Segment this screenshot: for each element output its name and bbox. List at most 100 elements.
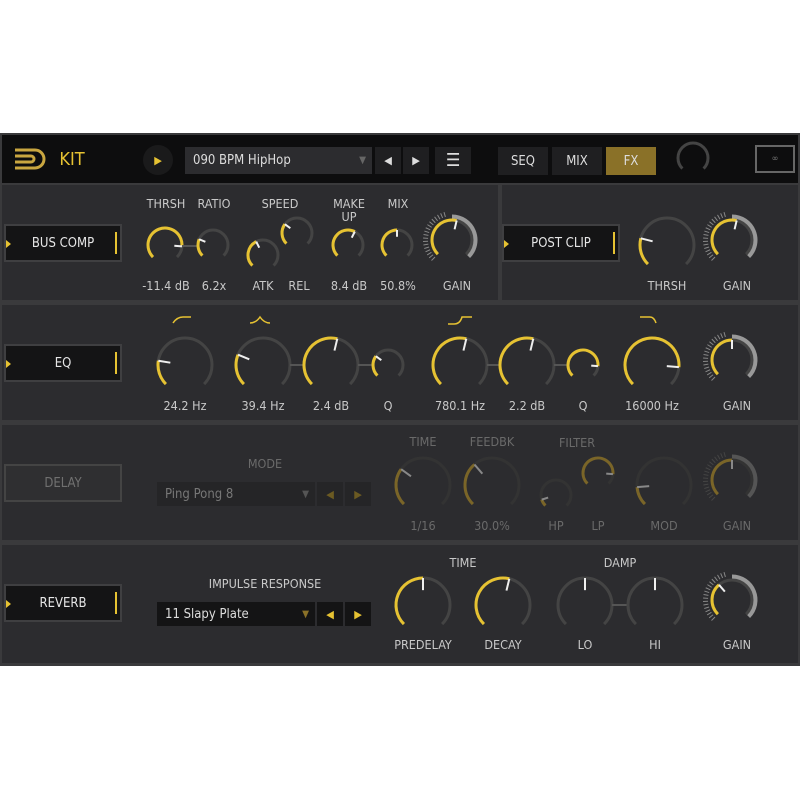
tab-fx[interactable]: FX <box>606 147 656 175</box>
makeup-knob[interactable] <box>330 227 366 267</box>
knob-indicator <box>237 353 250 361</box>
gain-meter-tick <box>708 494 714 499</box>
gain-meter-tick <box>705 609 711 613</box>
knob-value-arc <box>540 499 547 507</box>
knob-value-arc <box>623 336 681 386</box>
knob-indicator <box>174 244 183 248</box>
chevron-down-icon: ▼ <box>302 608 309 620</box>
reverb-button[interactable]: REVERB <box>4 584 122 622</box>
delay-hp-knob[interactable] <box>538 477 574 517</box>
next-preset-button[interactable]: ▶ <box>403 147 429 174</box>
knob-indicator <box>591 364 599 368</box>
gain-meter-tick <box>424 246 430 249</box>
eq-low-freq-knob[interactable] <box>155 335 215 399</box>
knob-value-arc <box>710 458 733 496</box>
gain-meter-tick <box>717 574 721 580</box>
eq-lowmid-q-knob[interactable] <box>370 347 406 387</box>
damp-hi-knob[interactable] <box>625 575 685 639</box>
knob-value-arc <box>430 218 458 256</box>
chevron-down-icon: ▼ <box>302 488 309 500</box>
gain-meter-tick <box>706 491 712 496</box>
eq-highmid-q-knob[interactable] <box>565 347 601 387</box>
decay-knob[interactable] <box>473 575 533 639</box>
post-clip-button[interactable]: POST CLIP <box>502 224 620 262</box>
delay-feedback-knob[interactable] <box>462 455 522 519</box>
makeup-label: MAKE UP <box>333 196 365 224</box>
delay-button[interactable]: DELAY <box>4 464 122 502</box>
knob-track <box>394 456 452 506</box>
impulse-response-dropdown[interactable]: 11 Slapy Plate ▼ <box>157 602 315 626</box>
gain-meter-tick <box>711 376 716 381</box>
delay-time-knob[interactable] <box>393 455 453 519</box>
post-clip-thrsh-knob[interactable] <box>637 215 697 279</box>
eq-label: EQ <box>54 355 72 371</box>
bus-comp-gain-knob[interactable] <box>422 210 482 274</box>
master-volume-knob[interactable] <box>675 140 711 180</box>
next-mode-button[interactable]: ▶ <box>345 482 371 506</box>
gain-meter-tick <box>707 344 712 348</box>
eq-highmid-freq-knob[interactable] <box>430 335 490 399</box>
tab-seq[interactable]: SEQ <box>498 147 548 175</box>
kit-title: KIT <box>59 149 85 170</box>
knob-value-arc <box>146 226 184 259</box>
fx-panel: KIT ▶ 090 BPM HipHop ▼ ◀ ▶ ☰ SEQ MIX FX ∞… <box>0 133 800 666</box>
bus-comp-label: BUS COMP <box>31 235 95 251</box>
gain-meter-tick <box>704 230 710 234</box>
gain-meter-tick <box>709 461 714 466</box>
delay-lp-knob[interactable] <box>580 455 616 495</box>
predelay-knob[interactable] <box>393 575 453 639</box>
delay-gain-knob[interactable] <box>702 450 762 514</box>
mix-knob[interactable] <box>379 227 415 267</box>
release-knob[interactable] <box>279 215 315 255</box>
delay-mod-knob[interactable] <box>634 455 694 519</box>
post-clip-gain-knob[interactable] <box>702 210 762 274</box>
delay-mode-value: Ping Pong 8 <box>165 486 234 502</box>
eq-lowmid-gain-knob[interactable] <box>301 335 361 399</box>
prev-ir-button[interactable]: ◀ <box>317 602 343 626</box>
knob-track <box>635 456 693 506</box>
ratio-knob[interactable] <box>195 227 231 267</box>
thrsh-knob[interactable] <box>145 225 185 269</box>
attack-knob[interactable] <box>245 237 281 277</box>
eq-lowmid-freq-knob[interactable] <box>233 335 293 399</box>
play-button[interactable]: ▶ <box>143 145 173 175</box>
prev-preset-button[interactable]: ◀ <box>375 147 401 174</box>
mod-label: MOD <box>650 518 678 533</box>
reverb-gain-knob[interactable] <box>702 570 762 634</box>
eq-gain-knob[interactable] <box>702 330 762 394</box>
gain-meter-tick <box>714 216 718 222</box>
gain-meter-tick <box>709 221 714 226</box>
preset-dropdown[interactable]: 090 BPM HipHop ▼ <box>185 147 372 174</box>
gain-meter-tick <box>703 243 709 246</box>
prev-mode-button[interactable]: ◀ <box>317 482 343 506</box>
atk-label: ATK <box>252 278 274 293</box>
knob-indicator <box>350 231 356 239</box>
ratio-label: RATIO <box>197 196 231 211</box>
menu-icon[interactable]: ☰ <box>435 147 471 174</box>
gain-meter-tick <box>723 331 726 338</box>
damp-lo-knob[interactable] <box>555 575 615 639</box>
gain-meter-tick <box>711 458 716 464</box>
next-ir-button[interactable]: ▶ <box>345 602 371 626</box>
eq-value: Q <box>578 398 588 413</box>
preset-name: 090 BPM HipHop <box>193 153 291 168</box>
eq-gain-label: GAIN <box>722 398 752 413</box>
gain-meter-tick <box>707 584 712 588</box>
knob-indicator <box>718 584 726 593</box>
decay-label: DECAY <box>484 637 522 652</box>
play-icon: ▶ <box>154 153 162 167</box>
knob-value-arc <box>710 583 721 616</box>
gain-meter-tick <box>704 246 710 249</box>
eq-highmid-gain-knob[interactable] <box>497 335 557 399</box>
gain-meter-tick <box>703 363 709 366</box>
knob-indicator <box>453 220 458 230</box>
filter-label: FILTER <box>558 435 596 450</box>
knob-value-arc <box>331 228 356 257</box>
eq-button[interactable]: EQ <box>4 344 122 382</box>
gain-meter-tick <box>705 249 711 253</box>
bus-comp-button[interactable]: BUS COMP <box>4 224 122 262</box>
eq-high-freq-knob[interactable] <box>622 335 682 399</box>
delay-mode-dropdown[interactable]: Ping Pong 8 ▼ <box>157 482 315 506</box>
knob-indicator <box>637 485 650 489</box>
tab-mix[interactable]: MIX <box>552 147 602 175</box>
